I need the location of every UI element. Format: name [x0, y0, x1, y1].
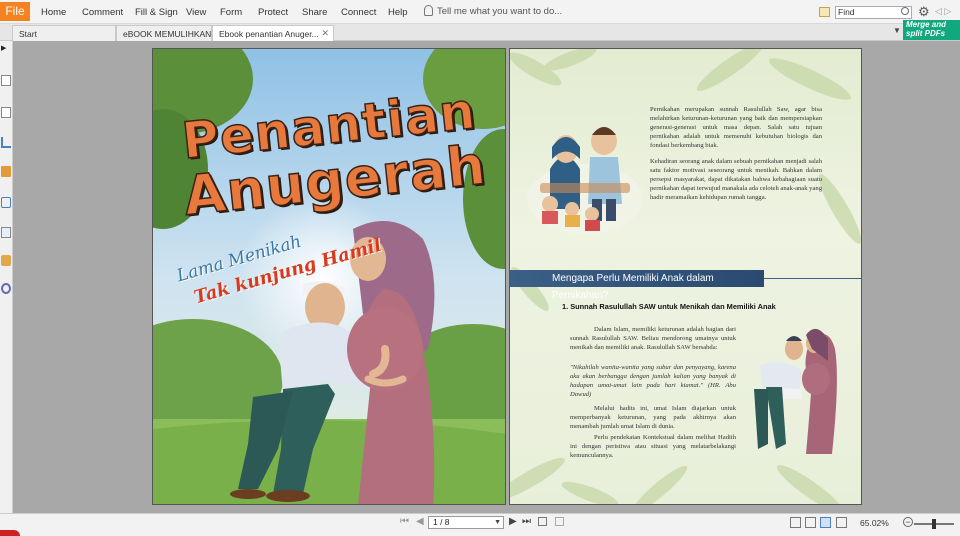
tell-me-text: Tell me what you want to do... [437, 6, 563, 17]
body-paragraph-3: Perlu pendekatan Kontekstual dalam melih… [570, 434, 736, 459]
content-page: Pernikahan merupakan sunnah Rasulullah S… [509, 48, 862, 505]
tab-start[interactable]: Start [12, 25, 116, 41]
lightbulb-icon [424, 5, 433, 16]
single-page-view-icon[interactable] [790, 517, 801, 528]
hadith-quote: "Nikahilah wanita-wanita yang subur dan … [570, 364, 736, 398]
last-page-icon[interactable]: ⏭ [522, 516, 531, 527]
heading-rule [764, 278, 861, 279]
menu-form[interactable]: Form [220, 7, 242, 18]
tab-label: Ebook penantian Anuger... [219, 29, 319, 39]
tab-list-dropdown-icon[interactable]: ▼ [893, 26, 901, 35]
zoom-slider[interactable] [914, 519, 954, 529]
cover-page: Penantian Anugerah Lama Menikah Tak kunj… [152, 48, 506, 505]
certificate-icon[interactable] [1, 283, 11, 294]
zoom-slider-handle[interactable] [932, 519, 936, 529]
first-page-icon[interactable]: ⏮ [400, 516, 409, 527]
tab-label: eBOOK MEMULIHKAN ... [123, 29, 212, 39]
menu-fill-sign[interactable]: Fill & Sign [135, 7, 178, 18]
tell-me-search[interactable]: Tell me what you want to do... [424, 5, 562, 17]
find-options-icon[interactable] [819, 7, 830, 17]
comments-icon[interactable] [1, 227, 11, 238]
body-paragraph-2: Melalui hadits ini, umat Islam diajarkan… [570, 405, 736, 430]
menu-comment[interactable]: Comment [82, 7, 123, 18]
previous-page-icon[interactable]: ◀ [416, 516, 424, 527]
ribbon-menu-bar: File Home Comment Fill & Sign View Form … [0, 0, 960, 24]
facing-view-icon[interactable] [538, 517, 547, 526]
merge-line-2: split PDFs [906, 28, 946, 38]
merge-split-banner[interactable]: Merge and split PDFs [903, 20, 960, 40]
search-icon[interactable] [901, 7, 909, 15]
bookmarks-icon[interactable] [1, 107, 11, 118]
next-page-icon[interactable]: ▶ [509, 516, 517, 527]
page-dropdown-icon[interactable]: ▼ [494, 517, 501, 528]
two-page-continuous-icon[interactable] [836, 517, 847, 528]
intro-paragraph-1: Pernikahan merupakan sunnah Rasulullah S… [650, 106, 822, 149]
continuous-page-view-icon[interactable] [805, 517, 816, 528]
status-bar: ⏮ ◀ 1 / 8 ▼ ▶ ⏭ 65.02% − [0, 513, 960, 536]
gear-icon[interactable]: ⚙ [918, 4, 930, 20]
menu-connect[interactable]: Connect [341, 7, 376, 18]
signatures-icon[interactable] [1, 197, 11, 208]
security-icon[interactable] [1, 255, 11, 266]
expand-panel-icon[interactable]: ▶ [1, 44, 11, 55]
page-thumbnails-icon[interactable] [1, 75, 11, 86]
continuous-view-icon[interactable] [555, 517, 564, 526]
page-number-text: 1 / 8 [433, 517, 450, 527]
menu-view[interactable]: View [186, 7, 206, 18]
zoom-out-icon[interactable]: − [903, 517, 913, 527]
tab-label: Start [19, 29, 37, 39]
zoom-level[interactable]: 65.02% [860, 518, 889, 528]
section-heading: Mengapa Perlu Memiliki Anak dalam Pernik… [510, 270, 764, 301]
subsection-heading: 1. Sunnah Rasulullah SAW untuk Menikah d… [562, 302, 776, 311]
close-tab-icon[interactable]: ✕ [321, 28, 329, 39]
two-page-view-icon[interactable] [820, 517, 831, 528]
intro-paragraph-2: Kehadiran seorang anak dalam sebuah pern… [650, 158, 822, 201]
document-tab-bar: Start eBOOK MEMULIHKAN ... Ebook penanti… [0, 24, 960, 41]
layers-icon[interactable] [1, 137, 11, 148]
body-paragraph-1: Dalam Islam, memiliki keturunan adalah b… [570, 326, 736, 351]
menu-protect[interactable]: Protect [258, 7, 288, 18]
page-number-field[interactable]: 1 / 8 ▼ [428, 516, 504, 529]
menu-share[interactable]: Share [302, 7, 327, 18]
file-menu[interactable]: File [0, 2, 30, 21]
taskbar-app-icon [0, 530, 20, 536]
attachments-icon[interactable] [1, 166, 11, 177]
back-forward-icon[interactable]: ◁ ▷ [935, 6, 951, 17]
tab-ebook-memulihkan[interactable]: eBOOK MEMULIHKAN ... [116, 25, 212, 41]
menu-help[interactable]: Help [388, 7, 408, 18]
menu-home[interactable]: Home [41, 7, 66, 18]
tab-ebook-penantian[interactable]: Ebook penantian Anuger... ✕ [212, 25, 334, 41]
find-placeholder: Find [838, 7, 855, 17]
left-navigation-panel: ▶ [0, 41, 13, 513]
